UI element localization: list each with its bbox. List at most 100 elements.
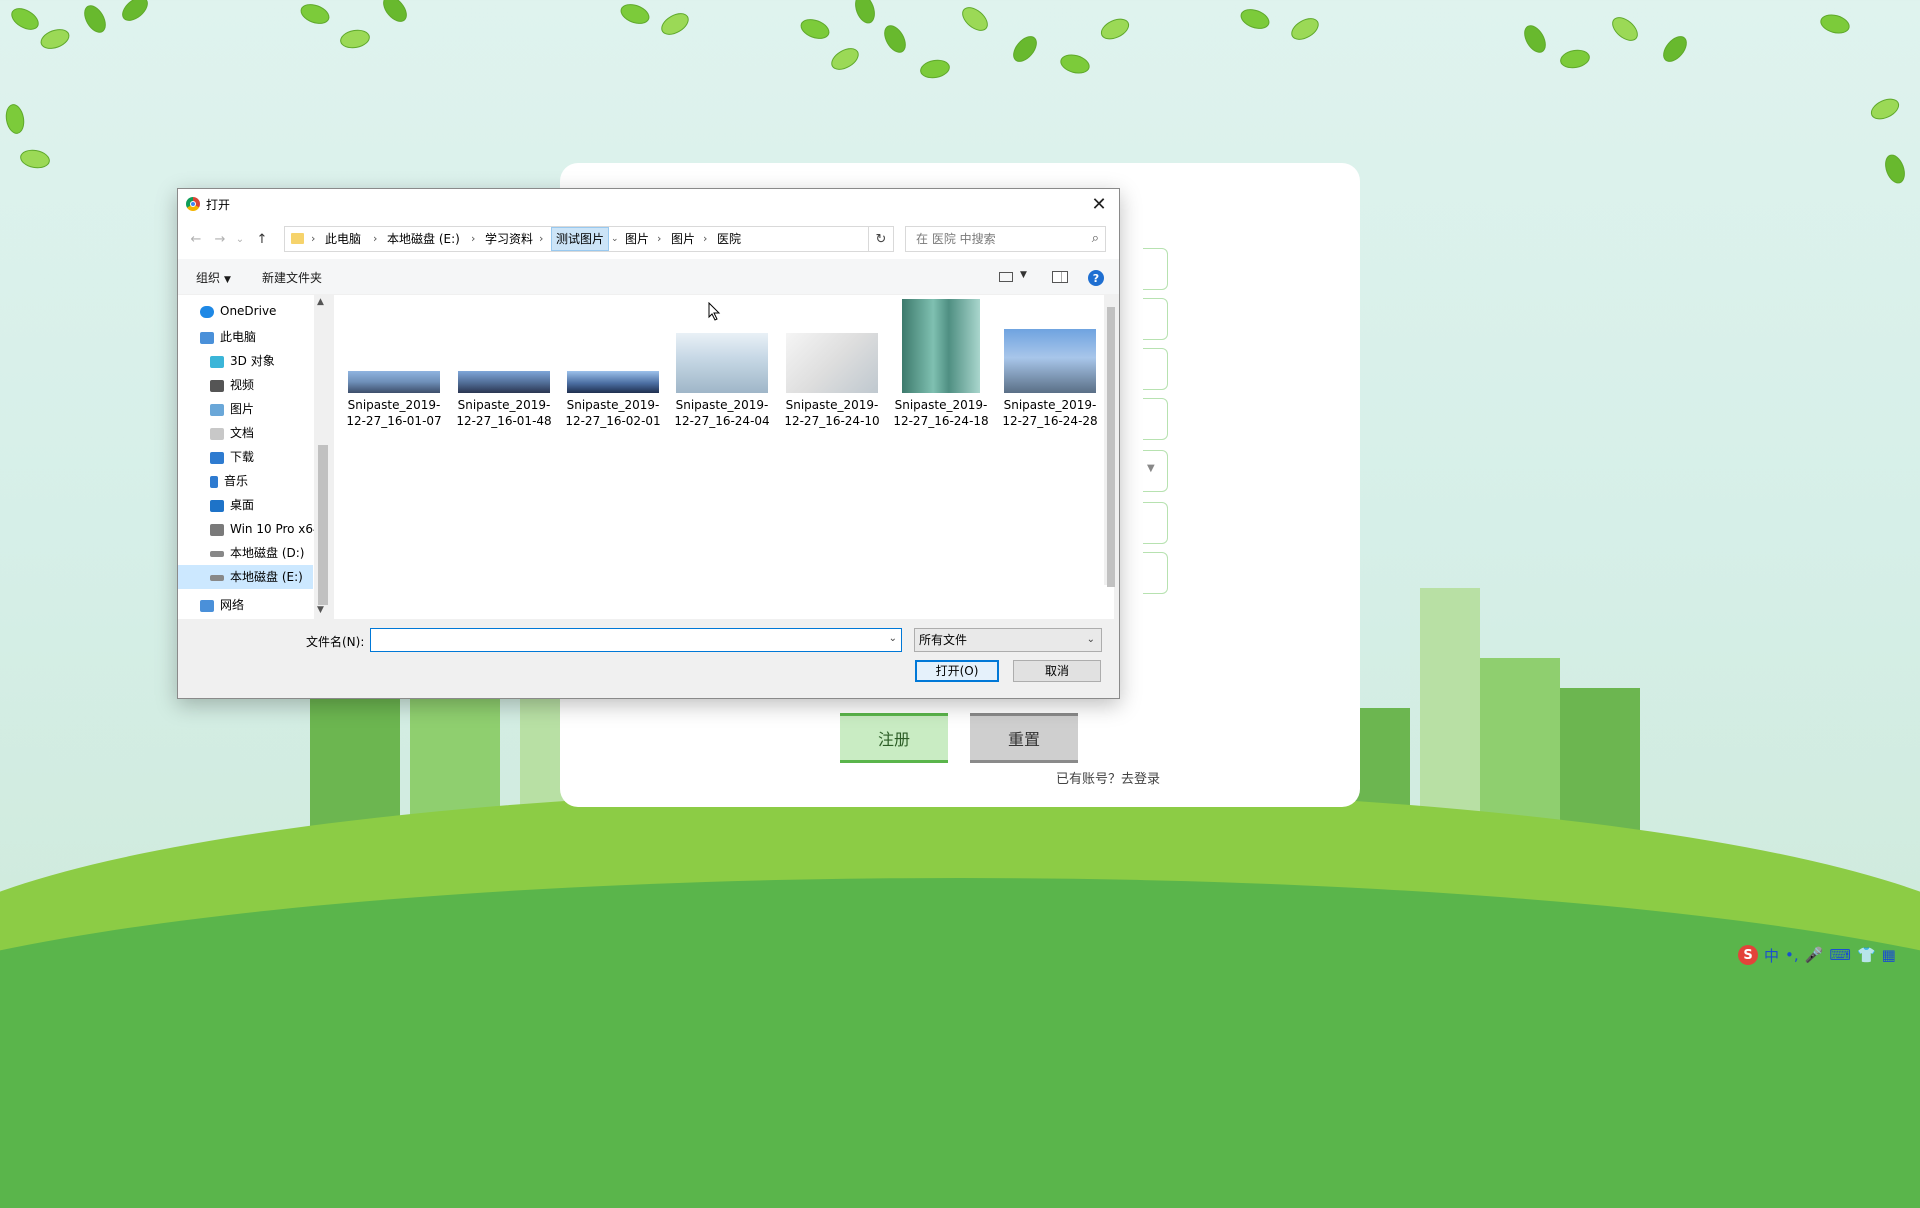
forward-button[interactable]: → [210, 229, 230, 249]
file-item[interactable]: Snipaste_2019- 12-27_16-02-01 [563, 371, 663, 429]
search-icon: ⌕ [1091, 231, 1099, 246]
chevron-down-icon: ⌄ [1086, 634, 1095, 645]
image-thumbnail [786, 333, 878, 393]
image-thumbnail [348, 371, 440, 393]
preview-pane-icon[interactable] [1052, 271, 1068, 283]
breadcrumb-hospital[interactable]: 医院 [717, 227, 741, 251]
sidebar-scrollbar[interactable]: ▲ ▼ [314, 295, 331, 619]
breadcrumb-test-images[interactable]: 测试图片 [551, 227, 610, 251]
file-item[interactable]: Snipaste_2019- 12-27_16-01-48 [454, 371, 554, 429]
form-field[interactable] [1143, 348, 1168, 390]
address-bar[interactable]: › 此电脑 › 本地磁盘 (E:) › 学习资料 › 测试图片 ⌄ 图片 › 图… [284, 226, 890, 252]
file-list-scrollbar[interactable] [1104, 295, 1118, 587]
sidebar-item-label: 文档 [230, 426, 255, 440]
form-field[interactable] [1143, 248, 1168, 290]
file-item[interactable]: Snipaste_2019- 12-27_16-24-10 [782, 333, 882, 429]
chevron-up-icon[interactable]: ▲ [317, 297, 324, 307]
caret-down-icon[interactable]: ▼ [1020, 270, 1027, 280]
dialog-title: 打开 [206, 198, 231, 212]
apps-icon[interactable]: ▦ [1882, 946, 1896, 964]
file-type-select[interactable]: 所有文件 ⌄ [914, 628, 1102, 652]
cancel-button[interactable]: 取消 [1013, 660, 1101, 682]
chevron-right-icon: › [657, 232, 662, 245]
help-icon[interactable]: ? [1088, 270, 1104, 286]
image-thumbnail [1004, 329, 1096, 393]
file-item[interactable]: Snipaste_2019- 12-27_16-24-04 [672, 333, 772, 429]
sidebar-item-videos[interactable]: 视频 [210, 373, 254, 397]
ime-mode-toggle[interactable]: 中 [1764, 945, 1779, 966]
sidebar-item-3d-objects[interactable]: 3D 对象 [210, 349, 275, 373]
sidebar-item-pictures[interactable]: 图片 [210, 397, 254, 421]
breadcrumb-study[interactable]: 学习资料 [485, 227, 533, 251]
skin-icon[interactable]: 👕 [1857, 946, 1876, 964]
chevron-down-icon[interactable]: ▼ [317, 605, 324, 615]
keyboard-icon[interactable]: ⌨ [1829, 946, 1851, 964]
close-button[interactable]: ✕ [1079, 189, 1119, 219]
chevron-down-icon[interactable]: ⌄ [889, 633, 897, 644]
navigation-pane: OneDrive 此电脑 3D 对象 视频 图片 文档 下载 音乐 桌面 Win… [178, 295, 331, 619]
microphone-icon[interactable]: 🎤 [1805, 946, 1824, 964]
reset-button[interactable]: 重置 [970, 713, 1078, 763]
chevron-right-icon: › [471, 232, 476, 245]
punctuation-toggle[interactable]: •, [1785, 946, 1799, 964]
desktop-icon [210, 499, 224, 512]
sidebar-item-label: OneDrive [220, 304, 277, 318]
sidebar-item-desktop[interactable]: 桌面 [210, 493, 254, 517]
caret-down-icon: ▼ [224, 275, 231, 285]
sidebar-item-win10[interactable]: Win 10 Pro x64 [210, 517, 321, 541]
view-options-icon[interactable] [999, 272, 1013, 282]
sidebar-item-this-pc[interactable]: 此电脑 [200, 325, 256, 349]
scrollbar-thumb[interactable] [1107, 307, 1115, 587]
chevron-down-icon[interactable]: ⌄ [611, 227, 619, 251]
sidebar-item-network[interactable]: 网络 [200, 593, 244, 617]
register-button[interactable]: 注册 [840, 713, 948, 763]
sidebar-item-label: 本地磁盘 (E:) [230, 570, 303, 584]
back-button[interactable]: ← [186, 229, 206, 249]
refresh-button[interactable]: ↻ [868, 226, 894, 252]
sidebar-item-drive-d[interactable]: 本地磁盘 (D:) [210, 541, 304, 565]
form-field[interactable] [1143, 552, 1168, 594]
breadcrumb-images-2[interactable]: 图片 [671, 227, 695, 251]
file-item[interactable]: Snipaste_2019- 12-27_16-01-07 [344, 371, 444, 429]
breadcrumb-drive-e[interactable]: 本地磁盘 (E:) [387, 227, 460, 251]
chevron-right-icon: › [373, 232, 378, 245]
form-field[interactable] [1143, 398, 1168, 440]
sogou-ime-icon[interactable]: S [1738, 945, 1758, 965]
image-thumbnail [676, 333, 768, 393]
filename-field[interactable]: ⌄ [370, 628, 902, 652]
music-icon [210, 475, 218, 488]
file-list: Snipaste_2019- 12-27_16-01-07 Snipaste_20… [334, 295, 1114, 619]
file-name: Snipaste_2019- 12-27_16-02-01 [565, 398, 661, 428]
login-link[interactable]: 已有账号？去登录 [1056, 768, 1160, 787]
sidebar-item-label: 桌面 [230, 498, 255, 512]
new-folder-button[interactable]: 新建文件夹 [262, 269, 322, 286]
up-button[interactable]: ↑ [252, 229, 272, 249]
sidebar-item-onedrive[interactable]: OneDrive [200, 299, 276, 323]
search-box[interactable]: ⌕ [905, 226, 1106, 252]
recent-locations-button[interactable]: ⌄ [230, 229, 250, 249]
download-icon [210, 451, 224, 464]
sidebar-item-downloads[interactable]: 下载 [210, 445, 254, 469]
organize-menu[interactable]: 组织 ▼ [196, 269, 231, 286]
filename-input[interactable] [375, 632, 879, 648]
sidebar-item-drive-e[interactable]: 本地磁盘 (E:) [178, 565, 313, 589]
organize-label: 组织 [196, 271, 221, 285]
scrollbar-thumb[interactable] [318, 445, 328, 605]
mouse-cursor-icon [708, 302, 721, 321]
form-select[interactable]: ▼ [1143, 450, 1168, 492]
chevron-right-icon: › [539, 232, 544, 245]
sidebar-item-documents[interactable]: 文档 [210, 421, 254, 445]
breadcrumb-images-1[interactable]: 图片 [625, 227, 649, 251]
file-item[interactable]: Snipaste_2019- 12-27_16-24-18 [891, 299, 991, 429]
breadcrumb-this-pc[interactable]: 此电脑 [325, 227, 361, 251]
form-field[interactable] [1143, 502, 1168, 544]
sidebar-item-music[interactable]: 音乐 [210, 469, 248, 493]
computer-icon [200, 331, 214, 344]
cloud-icon [200, 305, 214, 318]
form-field[interactable] [1143, 298, 1168, 340]
search-input[interactable] [914, 231, 1078, 247]
sidebar-item-label: 网络 [220, 598, 245, 612]
file-type-value: 所有文件 [919, 633, 968, 647]
file-item[interactable]: Snipaste_2019- 12-27_16-24-28 [1000, 329, 1100, 429]
open-button[interactable]: 打开(O) [915, 660, 999, 682]
